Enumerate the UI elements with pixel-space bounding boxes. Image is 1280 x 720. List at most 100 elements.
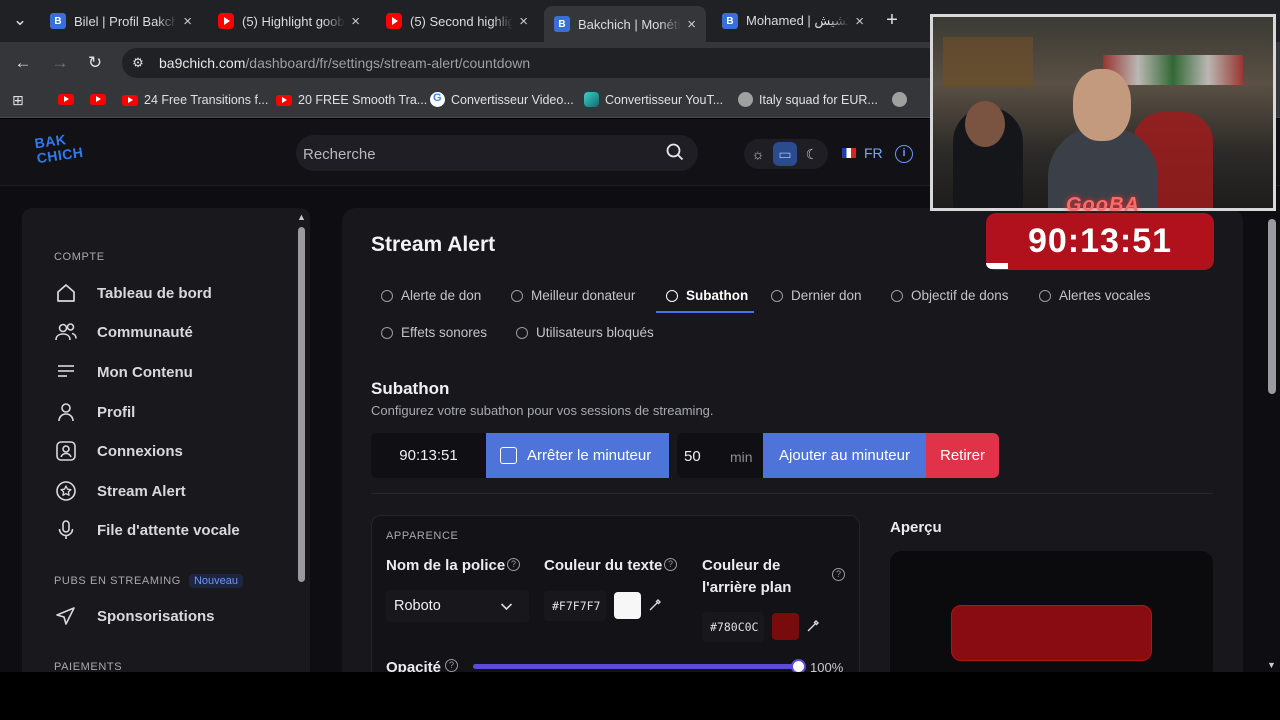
speaker-icon — [381, 326, 393, 339]
help-icon[interactable]: ? — [664, 558, 677, 571]
reload-icon[interactable]: ↻ — [85, 53, 105, 73]
moon-icon[interactable]: ☾ — [800, 142, 824, 166]
section-description: Configurez votre subathon pour vos sessi… — [371, 403, 714, 418]
help-icon[interactable]: ? — [445, 659, 458, 672]
close-icon[interactable]: × — [183, 13, 192, 30]
scroll-up-arrow-icon[interactable]: ▲ — [297, 212, 306, 222]
language-selector[interactable]: FR — [842, 145, 883, 161]
donation-alert-icon — [381, 289, 393, 302]
home-icon — [54, 281, 78, 305]
bookmark-free-transitions[interactable]: 24 Free Transitions f... — [122, 93, 268, 107]
active-tab-underline — [656, 311, 754, 313]
scroll-down-arrow-icon[interactable]: ▼ — [1267, 660, 1276, 670]
bookmark-convertisseur-youtube[interactable]: Convertisseur YouT... — [584, 92, 723, 107]
sidebar-item-label: Profil — [97, 403, 136, 421]
checkbox-icon — [500, 447, 517, 464]
opacity-slider-fill — [473, 664, 799, 669]
tab-alertes-vocales[interactable]: Alertes vocales — [1039, 288, 1151, 303]
browser-tab-1[interactable]: B Bilel | Profil Bakchich × — [40, 8, 202, 34]
browser-tab-title: (5) Second highlig — [410, 13, 514, 29]
sidebar-item-profil[interactable]: Profil — [54, 400, 135, 424]
page-scroll-thumb[interactable] — [1268, 219, 1276, 394]
browser-tab-3[interactable]: (5) Second highlig × — [376, 8, 538, 34]
tab-objectif-de-dons[interactable]: Objectif de dons — [891, 288, 1009, 303]
tab-utilisateurs-bloques[interactable]: Utilisateurs bloqués — [516, 325, 654, 340]
browser-tab-title: Bakchich | Monétis — [578, 16, 682, 32]
webcam-overlay — [930, 14, 1276, 211]
stop-timer-button[interactable]: Arrêter le minuteur — [486, 433, 669, 478]
site-info-icon[interactable]: ⚙ — [128, 53, 148, 73]
close-icon[interactable]: × — [351, 13, 360, 30]
browser-tab-title: Bilel | Profil Bakchich — [74, 13, 178, 29]
bookmark-smooth-transitions[interactable]: 20 FREE Smooth Tra... — [276, 93, 427, 107]
close-icon[interactable]: × — [687, 16, 696, 33]
bookmark-italy-squad[interactable]: Italy squad for EUR... — [738, 92, 878, 107]
tab-meilleur-donateur[interactable]: Meilleur donateur — [511, 288, 635, 303]
help-icon[interactable]: ? — [507, 558, 520, 571]
sidebar-item-mon-contenu[interactable]: Mon Contenu — [54, 360, 193, 384]
browser-tab-title: Mohamed | كشيش — [746, 13, 850, 28]
user-icon — [54, 400, 78, 424]
youtube-icon — [122, 94, 138, 106]
browser-tab-5[interactable]: B Mohamed | كشيش × — [712, 8, 874, 34]
info-icon[interactable]: i — [895, 145, 913, 163]
sidebar-item-connexions[interactable]: Connexions — [54, 439, 183, 463]
text-color-hex-input[interactable]: #F7F7F7 — [544, 591, 606, 621]
font-name-label: Nom de la police — [386, 557, 506, 574]
remove-time-button[interactable]: Retirer — [926, 433, 999, 478]
sidebar-item-label: Mon Contenu — [97, 363, 193, 381]
bookmark-youtube-1[interactable] — [58, 94, 80, 105]
search-icon[interactable] — [666, 143, 684, 161]
sidebar-item-file-attente-vocale[interactable]: File d'attente vocale — [54, 518, 240, 542]
eyedropper-icon[interactable] — [805, 618, 821, 634]
add-to-timer-button[interactable]: Ajouter au minuteur — [763, 433, 926, 478]
bookmark-youtube-2[interactable] — [90, 94, 112, 105]
timer-display: 90:13:51 — [371, 433, 486, 478]
apps-grid-icon[interactable]: ⊞ — [12, 92, 24, 109]
background-color-label: Couleur de l'arrière plan — [702, 557, 792, 596]
background-color-hex-input[interactable]: #780C0C — [702, 612, 764, 642]
font-select-value: Roboto — [394, 598, 441, 614]
preview-timer-pill — [951, 605, 1152, 661]
browser-tab-title: (5) Highlight goob — [242, 13, 345, 29]
tab-subathon[interactable]: Subathon — [666, 288, 748, 303]
webcam-person-left-head — [965, 101, 1005, 147]
eyedropper-icon[interactable] — [647, 597, 663, 613]
tab-dernier-don[interactable]: Dernier don — [771, 288, 862, 303]
url-host: ba9chich.com — [159, 55, 246, 71]
close-icon[interactable]: × — [855, 13, 864, 30]
tab-search-chevron-icon[interactable]: ⌄ — [10, 10, 30, 30]
microphone-icon — [54, 518, 78, 542]
help-icon[interactable]: ? — [832, 568, 845, 581]
forward-arrow-icon[interactable]: → — [50, 53, 70, 73]
browser-tab-2[interactable]: (5) Highlight goob × — [208, 8, 370, 34]
background-color-swatch[interactable] — [772, 613, 799, 640]
sidebar-item-label: Sponsorisations — [97, 607, 215, 625]
bookmark-globe[interactable] — [892, 92, 913, 107]
browser-tab-4-active[interactable]: B Bakchich | Monétis × — [544, 6, 706, 42]
sidebar-item-stream-alert[interactable]: Stream Alert — [54, 479, 186, 503]
close-icon[interactable]: × — [519, 13, 528, 30]
tab-effets-sonores[interactable]: Effets sonores — [381, 325, 487, 340]
sidebar-scroll-thumb[interactable] — [298, 227, 305, 582]
tab-alerte-de-don[interactable]: Alerte de don — [381, 288, 481, 303]
sidebar-item-sponsorisations[interactable]: Sponsorisations — [54, 604, 215, 628]
monitor-icon[interactable]: ▭ — [773, 142, 797, 166]
sidebar-item-label: Stream Alert — [97, 482, 186, 500]
converter-icon — [584, 92, 599, 107]
send-arrow-icon — [54, 604, 78, 628]
new-tab-plus-icon[interactable]: + — [882, 10, 902, 30]
text-color-swatch[interactable] — [614, 592, 641, 619]
back-arrow-icon[interactable]: ← — [13, 53, 33, 73]
users-icon — [54, 320, 78, 344]
bakchich-favicon-icon: B — [722, 13, 738, 29]
sidebar-item-communaute[interactable]: Communauté — [54, 320, 193, 344]
sun-icon[interactable]: ☼ — [746, 142, 770, 166]
bakchich-logo[interactable]: BAK CHICH — [34, 130, 87, 172]
sidebar-item-tableau-de-bord[interactable]: Tableau de bord — [54, 281, 212, 305]
webcam-background — [943, 37, 1033, 87]
youtube-icon — [58, 94, 74, 105]
bookmark-convertisseur-video[interactable]: Convertisseur Video... — [430, 92, 574, 107]
preview-label: Aperçu — [890, 519, 942, 536]
new-badge: Nouveau — [188, 574, 243, 588]
